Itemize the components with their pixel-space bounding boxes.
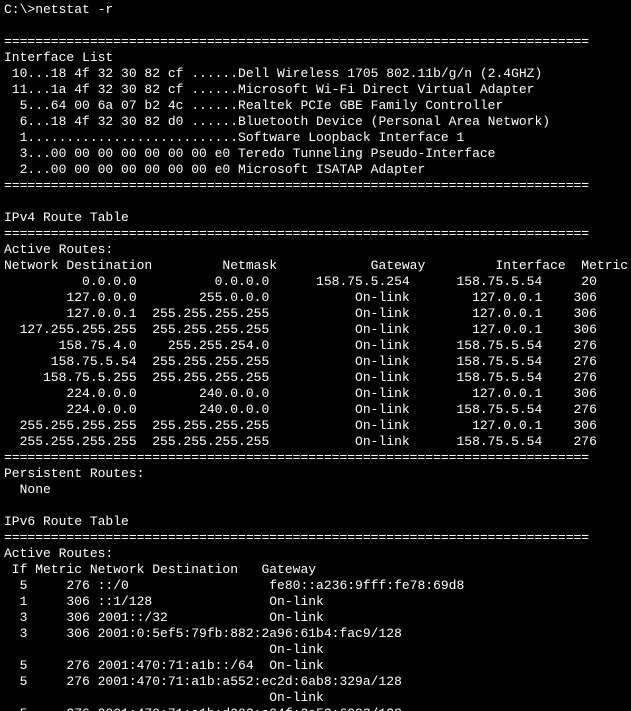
terminal-output: C:\>netstat -r =========================… [0, 0, 631, 711]
